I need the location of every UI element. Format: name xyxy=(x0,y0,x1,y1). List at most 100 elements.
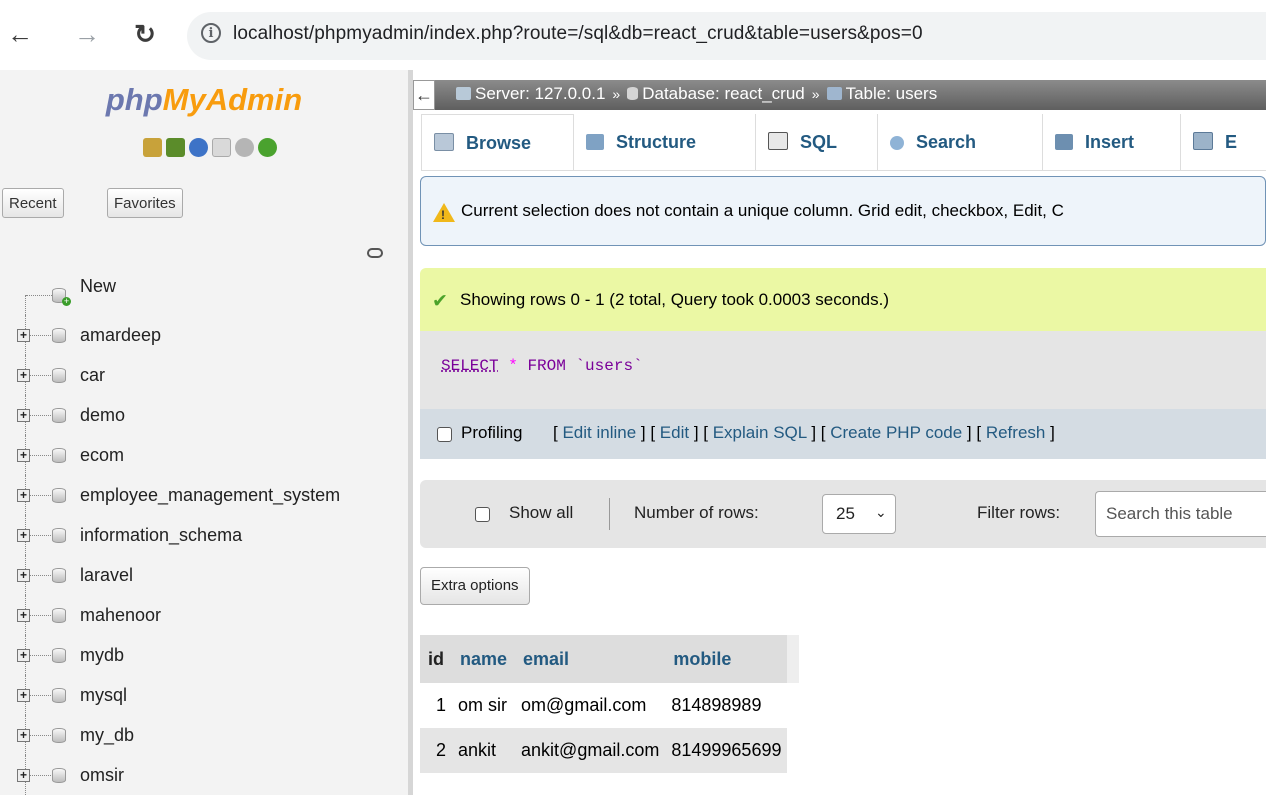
show-all-label[interactable]: Show all xyxy=(509,503,573,523)
db-item[interactable]: + laravel xyxy=(0,555,408,595)
expand-plus-icon[interactable]: + xyxy=(17,569,30,582)
expand-plus-icon[interactable]: + xyxy=(17,369,30,382)
expand-plus-icon[interactable]: + xyxy=(17,489,30,502)
cell-mobile[interactable]: 814898989 xyxy=(665,683,788,728)
db-name[interactable]: car xyxy=(80,365,105,386)
db-name[interactable]: omsir xyxy=(80,765,124,786)
breadcrumb: ← Server: 127.0.0.1 » Database: react_crud… xyxy=(413,80,1266,110)
breadcrumb-database[interactable]: Database: react_crud xyxy=(642,84,805,103)
expand-plus-icon[interactable]: + xyxy=(17,529,30,542)
sql-keyword-select[interactable]: SELECT xyxy=(441,357,499,375)
expand-plus-icon[interactable]: + xyxy=(17,689,30,702)
db-name[interactable]: amardeep xyxy=(80,325,161,346)
docs-icon[interactable] xyxy=(212,138,231,157)
cell-email[interactable]: om@gmail.com xyxy=(515,683,666,728)
expand-plus-icon[interactable]: + xyxy=(17,729,30,742)
refresh-link[interactable]: Refresh xyxy=(986,423,1046,442)
table-icon xyxy=(826,87,842,100)
column-header-email[interactable]: email xyxy=(515,635,666,683)
expand-plus-icon[interactable]: + xyxy=(17,449,30,462)
db-item[interactable]: + my_db xyxy=(0,715,408,755)
extra-options-button[interactable]: Extra options xyxy=(420,567,530,605)
reload-icon[interactable]: ↻ xyxy=(128,14,162,54)
quick-icons xyxy=(143,138,277,158)
expand-plus-icon[interactable]: + xyxy=(17,649,30,662)
tab-structure[interactable]: Structure xyxy=(574,114,756,170)
expand-plus-icon[interactable]: + xyxy=(17,329,30,342)
breadcrumb-table[interactable]: Table: users xyxy=(846,84,938,103)
new-db-label[interactable]: New xyxy=(80,276,116,297)
unique-column-notice: ! Current selection does not contain a u… xyxy=(420,176,1266,246)
sql-query[interactable]: SELECT * FROM `users` xyxy=(441,357,643,375)
column-header-mobile[interactable]: mobile xyxy=(665,635,788,683)
cell-email[interactable]: ankit@gmail.com xyxy=(515,728,666,773)
tab-sql[interactable]: SQL xyxy=(756,114,878,170)
create-php-code-link[interactable]: Create PHP code xyxy=(830,423,962,442)
db-name[interactable]: mydb xyxy=(80,645,124,666)
profiling-checkbox[interactable] xyxy=(437,427,452,442)
phpmyadmin-logo[interactable]: phpMyAdmin xyxy=(0,82,408,118)
url-text[interactable]: localhost/phpmyadmin/index.php?route=/sq… xyxy=(233,23,923,45)
tab-browse[interactable]: Browse xyxy=(421,114,574,170)
db-name[interactable]: ecom xyxy=(80,445,124,466)
logout-icon[interactable] xyxy=(166,138,185,157)
db-item[interactable]: + mysql xyxy=(0,675,408,715)
database-icon xyxy=(52,408,66,423)
recent-button[interactable]: Recent xyxy=(2,188,64,218)
arrow-left-icon[interactable]: ← xyxy=(3,14,37,54)
home-icon[interactable] xyxy=(143,138,162,157)
db-name[interactable]: mysql xyxy=(80,685,127,706)
link-icon[interactable] xyxy=(367,248,383,258)
table-row[interactable]: 1 om sir om@gmail.com 814898989 xyxy=(420,683,800,728)
help-icon[interactable] xyxy=(189,138,208,157)
db-item[interactable]: + demo xyxy=(0,395,408,435)
number-of-rows-select[interactable]: 25 ⌄ xyxy=(822,494,896,534)
table-row[interactable]: 2 ankit ankit@gmail.com 81499965699 xyxy=(420,728,800,773)
db-item[interactable]: + ecom xyxy=(0,435,408,475)
cell-mobile[interactable]: 81499965699 xyxy=(665,728,788,773)
breadcrumb-server[interactable]: Server: 127.0.0.1 xyxy=(475,84,605,103)
db-item[interactable]: + car xyxy=(0,355,408,395)
results-table: id name email mobile 1 om sir om@gmail.c… xyxy=(420,635,800,773)
db-name[interactable]: laravel xyxy=(80,565,133,586)
db-name[interactable]: demo xyxy=(80,405,125,426)
address-bar[interactable]: i localhost/phpmyadmin/index.php?route=/… xyxy=(187,12,1266,60)
arrow-right-icon[interactable]: → xyxy=(70,14,104,54)
favorites-button[interactable]: Favorites xyxy=(107,188,183,218)
expand-plus-icon[interactable]: + xyxy=(17,769,30,782)
edit-inline-link[interactable]: Edit inline xyxy=(562,423,636,442)
settings-icon[interactable] xyxy=(235,138,254,157)
db-name[interactable]: mahenoor xyxy=(80,605,161,626)
db-name[interactable]: information_schema xyxy=(80,525,242,546)
database-icon xyxy=(52,688,66,703)
results-header-row: id name email mobile xyxy=(420,635,800,683)
db-new-item[interactable]: + New xyxy=(0,275,408,315)
db-item[interactable]: + employee_management_system xyxy=(0,475,408,515)
collapse-nav-icon[interactable]: ← xyxy=(413,80,435,110)
insert-icon xyxy=(1055,134,1073,150)
column-header-name[interactable]: name xyxy=(452,635,516,683)
explain-sql-link[interactable]: Explain SQL xyxy=(713,423,807,442)
db-item[interactable]: + mahenoor xyxy=(0,595,408,635)
filter-rows-input[interactable] xyxy=(1095,491,1266,537)
expand-plus-icon[interactable]: + xyxy=(17,409,30,422)
cell-name[interactable]: om sir xyxy=(452,683,516,728)
db-item[interactable]: + amardeep xyxy=(0,315,408,355)
tab-search[interactable]: Search xyxy=(878,114,1043,170)
cell-name[interactable]: ankit xyxy=(452,728,516,773)
db-item[interactable]: + information_schema xyxy=(0,515,408,555)
db-name[interactable]: employee_management_system xyxy=(80,485,340,506)
edit-link[interactable]: Edit xyxy=(660,423,689,442)
info-icon[interactable]: i xyxy=(201,23,221,43)
reload-nav-icon[interactable] xyxy=(258,138,277,157)
db-name[interactable]: my_db xyxy=(80,725,134,746)
show-all-checkbox[interactable] xyxy=(475,507,490,522)
db-item[interactable]: + mydb xyxy=(0,635,408,675)
tab-export[interactable]: E xyxy=(1181,114,1266,170)
cell-id[interactable]: 1 xyxy=(420,683,452,728)
database-icon xyxy=(627,87,639,100)
db-item[interactable]: + omsir xyxy=(0,755,408,795)
cell-id[interactable]: 2 xyxy=(420,728,452,773)
expand-plus-icon[interactable]: + xyxy=(17,609,30,622)
tab-insert[interactable]: Insert xyxy=(1043,114,1181,170)
